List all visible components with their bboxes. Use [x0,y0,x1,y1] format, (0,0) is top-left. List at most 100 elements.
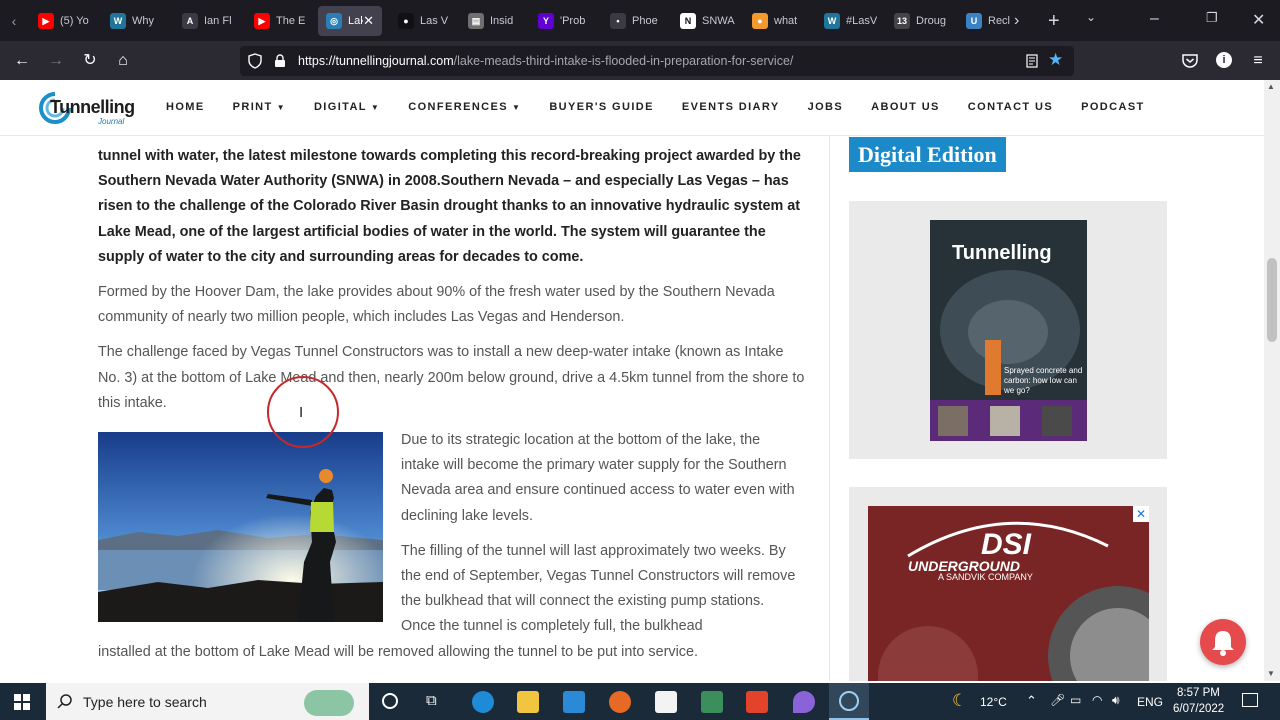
browser-tab[interactable]: ◎ Lak ✕ [318,6,382,36]
browser-navigation-bar: ← → ↻ ⌂ https://tunnellingjournal.com/la… [0,41,1280,80]
menu-label: BUYER'S GUIDE [549,101,654,113]
tab-title: Ian Fl [204,15,232,27]
windows-taskbar: Type here to search ⧉ ☾ 12°C ⌃ 🎤︎ ▭ ◠ 🔊︎… [0,683,1280,720]
list-all-tabs-button[interactable]: ⌄ [1086,10,1096,24]
menu-item-print[interactable]: PRINT ▼ [233,101,286,113]
close-window-button[interactable]: ✕ [1252,10,1265,30]
tab-scroll-right-button[interactable]: › [1014,12,1019,30]
bell-icon [1212,631,1234,656]
new-tab-button[interactable]: + [1048,10,1060,33]
app-menu-icon[interactable]: ≡ [1246,49,1270,73]
wifi-icon[interactable]: ◠ [1092,693,1102,707]
page-scrollbar[interactable]: ▲ ▼ [1264,80,1280,681]
document-icon: ▤ [468,13,484,29]
file-explorer-icon[interactable] [517,691,539,713]
browser-tab[interactable]: ▤ Insid [460,6,526,36]
scroll-up-icon[interactable]: ▲ [1267,82,1275,91]
menu-label: DIGITAL [313,101,367,113]
reload-button[interactable]: ↻ [78,49,102,73]
browser-tab[interactable]: ● what [744,6,810,36]
browser-tab[interactable]: • Phoe [602,6,668,36]
extension-info-icon[interactable]: i [1216,52,1232,68]
windows-start-icon[interactable] [14,694,30,710]
browser-tab[interactable]: 13 Droug [886,6,952,36]
browser-tab[interactable]: W Why [102,6,168,36]
wordpress-icon: W [110,13,126,29]
menu-item-digital[interactable]: DIGITAL ▼ [314,101,380,113]
notifications-icon[interactable] [1242,693,1258,707]
article-paragraph: The filling of the tunnel will last appr… [401,542,796,635]
browser-tab[interactable]: ● Las V [390,6,456,36]
tab-title: Lak [348,15,364,27]
bookmark-star-icon[interactable]: ★ [1048,50,1063,70]
menu-item-buyer-s-guide[interactable]: BUYER'S GUIDE [549,101,654,113]
mail-icon[interactable] [563,691,585,713]
menu-item-contact-us[interactable]: CONTACT US [968,101,1053,113]
clock-time[interactable]: 8:57 PM [1177,687,1220,699]
tab-title: what [774,15,798,27]
moon-weather-icon[interactable]: ☾ [952,691,967,711]
menu-item-jobs[interactable]: JOBS [808,101,844,113]
clock-date[interactable]: 6/07/2022 [1173,703,1224,715]
logo-text: Tunnelling [50,97,135,117]
maximize-button[interactable]: ❐ [1206,10,1218,26]
advertisement-panel: DSI UNDERGROUND A SANDVIK COMPANY ✕ [849,487,1167,681]
article-body: tunnel with water, the latest milestone … [98,136,808,681]
youtube-icon: ▶ [38,13,54,29]
taskbar-search-box[interactable]: Type here to search [46,683,369,720]
browser-tab[interactable]: N SNWA [672,6,738,36]
sidebar-divider [829,136,830,681]
browser-tab[interactable]: A Ian Fl [174,6,240,36]
forward-button[interactable]: → [44,49,68,73]
browser-tab[interactable]: Y 'Prob [530,6,596,36]
browser-tab[interactable]: ▶ The E [246,6,312,36]
task-view-icon[interactable]: ⧉ [426,692,437,709]
wordpress-icon: W [824,13,840,29]
menu-item-conferences[interactable]: CONFERENCES ▼ [408,101,521,113]
tab-scroll-left-button[interactable]: ‹ [4,8,24,34]
magazine-cover[interactable]: Tunnelling Sprayed concrete and carbon: … [930,220,1087,441]
browser-tab[interactable]: W #LasV [816,6,882,36]
active-app-slot[interactable] [829,683,869,720]
site-logo[interactable]: Tunnelling Journal [38,91,135,126]
article-image [98,432,383,622]
amazon-icon[interactable] [655,691,677,713]
browser-tab[interactable]: ▶ (5) Yo [30,6,96,36]
shield-icon[interactable] [248,53,262,69]
menu-label: PRINT [232,101,273,113]
battery-icon[interactable]: ▭ [1070,693,1081,707]
temperature[interactable]: 12°C [980,695,1007,709]
sidebar-title: Digital Edition [849,137,1006,172]
menu-item-events-diary[interactable]: EVENTS DIARY [682,101,780,113]
menu-item-home[interactable]: HOME [166,101,205,113]
paint-icon[interactable] [793,691,815,713]
home-icon[interactable]: ⌂ [111,49,135,73]
cortana-icon[interactable] [382,693,398,709]
back-button[interactable]: ← [10,49,34,73]
minimize-button[interactable]: – [1150,10,1159,28]
url-text[interactable]: https://tunnellingjournal.com/lake-meads… [298,54,793,68]
lock-icon[interactable] [274,54,286,68]
tab-title: Phoe [632,15,658,27]
volume-icon[interactable]: 🔊︎ [1112,693,1120,708]
ad-close-icon[interactable]: ✕ [1133,506,1149,522]
reader-view-icon[interactable] [1026,54,1038,68]
firefox-icon[interactable] [609,691,631,713]
scroll-down-icon[interactable]: ▼ [1267,669,1275,678]
notification-bell-button[interactable] [1200,619,1246,665]
menu-item-podcast[interactable]: PODCAST [1081,101,1145,113]
office-icon[interactable] [746,691,768,713]
language-indicator[interactable]: ENG [1137,695,1163,709]
address-bar[interactable]: https://tunnellingjournal.com/lake-meads… [240,46,1074,76]
microphone-icon[interactable]: 🎤︎ [1050,693,1065,707]
store-icon[interactable] [701,691,723,713]
edge-icon[interactable] [472,691,494,713]
close-tab-icon[interactable]: ✕ [363,13,374,29]
site-icon: A [182,13,198,29]
scrollbar-thumb[interactable] [1267,258,1277,342]
dsi-advertisement[interactable]: DSI UNDERGROUND A SANDVIK COMPANY ✕ [868,506,1149,681]
menu-item-about-us[interactable]: ABOUT US [871,101,940,113]
site-icon: U [966,13,982,29]
show-hidden-icons-icon[interactable]: ⌃ [1026,693,1037,709]
pocket-icon[interactable] [1182,53,1198,68]
